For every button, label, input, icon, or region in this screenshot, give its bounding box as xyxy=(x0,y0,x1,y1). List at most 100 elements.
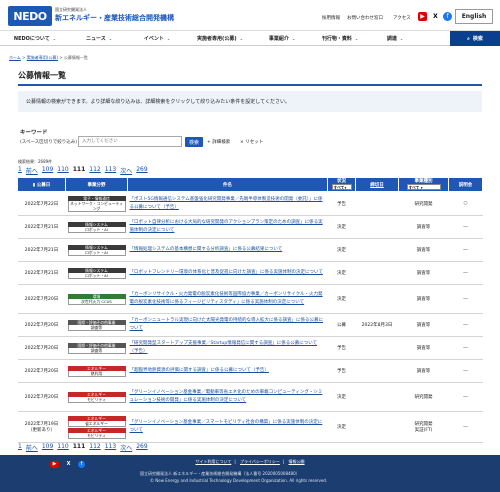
row-title-link[interactable]: 「超臨界地熱資源の評価に関する調査」に係る公募について（予告） xyxy=(130,367,326,375)
footer-link-privacy[interactable]: プライバシーポリシー xyxy=(240,459,280,464)
keyword-input[interactable] xyxy=(78,136,182,147)
pager-page[interactable]: 110 xyxy=(57,443,68,452)
cell-date: 2022年7月20日 xyxy=(17,284,66,314)
row-type-2: 実証(FT) xyxy=(414,428,433,433)
cell-title: 「グリーンイノベーション基金事業／電動車等省エネ化のための車載コンピューティング… xyxy=(127,382,328,412)
pager-last[interactable]: 269 xyxy=(136,443,147,452)
table-row: 2022年7月21日 情報システム ロボット・AI 「ロボットフレンドリー環境の体系化… xyxy=(17,261,483,285)
facebook-icon[interactable]: f xyxy=(78,461,85,468)
row-status: 予告 xyxy=(337,369,346,374)
row-title-link[interactable]: 「ロボット自律分析における大局的な研究開発のアクションプラン策定のための調査」に… xyxy=(130,219,326,235)
org-name: 新エネルギー・産業技術総合開発機構 xyxy=(55,14,174,22)
breadcrumb-home[interactable]: ホーム xyxy=(9,55,21,60)
category-badge: 国際・評価その他事業 調査等 xyxy=(67,342,126,354)
col-title: 件名 xyxy=(127,177,328,192)
category-bottom: 省エネルギー xyxy=(67,420,126,427)
category-badge: 電子・情報通信 ネットワーク・コンピューティング xyxy=(67,195,126,212)
cell-title: 「カーボンリサイクル・火力発電の脱炭素化技術等国際協力事業／カーボンリサイクル・… xyxy=(127,284,328,314)
nav-search-button[interactable]: ⌕ 検索 xyxy=(450,31,500,46)
row-title-link[interactable]: 「グリーンイノベーション基金事業／スマートモビリティ社会の構築」に係る実施体制の… xyxy=(130,419,326,435)
cell-briefing: ― xyxy=(448,382,483,412)
cell-status: 決定 xyxy=(327,382,356,412)
row-title-link[interactable]: 「ロボットフレンドリー環境の体系化と普及促進に向けた調査」に係る実施体制の決定に… xyxy=(130,269,326,277)
x-icon[interactable]: X xyxy=(64,461,73,468)
pager-page[interactable]: 112 xyxy=(89,443,100,452)
category-bottom: 調査等 xyxy=(67,324,126,331)
row-date: 2022年7月21日 xyxy=(24,225,59,230)
pager-current: 111 xyxy=(72,166,86,173)
nav-label: 刊行物・資料 xyxy=(321,35,352,42)
type-filter-select[interactable]: すべて ▾ xyxy=(406,184,441,191)
pager-next[interactable]: 次へ xyxy=(120,166,132,175)
cell-category: 情報システム ロボット・AI xyxy=(65,238,128,262)
pager-page[interactable]: 113 xyxy=(105,443,116,452)
header-link-access[interactable]: アクセス xyxy=(393,15,411,21)
pager-page[interactable]: 112 xyxy=(89,166,100,175)
pager-prev[interactable]: 前へ xyxy=(26,443,38,452)
row-title-link[interactable]: 「情報処理システムの基本構想に関する分析調査」に係る公募結果について xyxy=(130,246,326,254)
pager-prev[interactable]: 前へ xyxy=(26,166,38,175)
nav-item-publications[interactable]: 刊行物・資料 ⌄ xyxy=(310,31,370,45)
youtube-icon[interactable]: ▶ xyxy=(50,461,59,468)
row-status: 決定 xyxy=(337,395,346,400)
search-icon: ⌕ xyxy=(467,35,470,42)
cell-category: 情報システム ロボット・AI xyxy=(65,215,128,239)
cell-title: 「グリーンイノベーション基金事業／スマートモビリティ社会の構築」に係る実施体制の… xyxy=(127,411,328,443)
cell-briefing: ― xyxy=(448,411,483,443)
category-bottom: モビリティ xyxy=(67,396,126,403)
reset-button[interactable]: × リセット xyxy=(240,139,263,145)
cell-title: 「ポスト5G情報通信システム基盤強化研究開発事業／先端半導体製造技術の開発（委託… xyxy=(127,191,328,216)
pager-page[interactable]: 109 xyxy=(42,166,53,175)
facebook-icon[interactable]: f xyxy=(443,12,452,21)
cell-type: 調査等 xyxy=(398,261,449,285)
row-date-note: （更新あり） xyxy=(28,428,55,433)
cell-deadline xyxy=(355,411,399,443)
row-title-link[interactable]: 「ポスト5G情報通信システム基盤強化研究開発事業／先端半導体製造技術の開発（委託… xyxy=(130,196,326,212)
detail-search-toggle[interactable]: + 詳細検索 xyxy=(207,139,230,145)
english-button[interactable]: English xyxy=(455,9,493,24)
row-deadline: 2022年8月3日 xyxy=(361,323,393,328)
nav-item-proposals[interactable]: 実施者専用(公募) ⌄ xyxy=(186,31,254,45)
search-button[interactable]: 検索 xyxy=(185,137,203,147)
row-title-link[interactable]: 「研究開発型スタートアップ支援事業／Startup情報発信に関する調査」に係る公… xyxy=(130,340,326,356)
cell-date: 2022年7月20日 xyxy=(17,313,66,337)
pager-first[interactable]: 1 xyxy=(18,166,22,175)
pager-page[interactable]: 113 xyxy=(105,166,116,175)
category-badge: エネルギー 省エネルギー xyxy=(67,415,126,427)
pager-first[interactable]: 1 xyxy=(18,443,22,452)
footer-link-terms[interactable]: サイト利用について xyxy=(195,459,231,464)
cell-status: 予告 xyxy=(327,336,356,360)
pager-page[interactable]: 109 xyxy=(42,443,53,452)
row-title-link[interactable]: 「カーボンリサイクル・火力発電の脱炭素化技術等国際協力事業／カーボンリサイクル・… xyxy=(130,291,326,307)
category-bottom: 熱利用 xyxy=(67,370,126,377)
pager-next[interactable]: 次へ xyxy=(120,443,132,452)
pager-page[interactable]: 110 xyxy=(57,166,68,175)
header-link-contact[interactable]: お問い合わせ窓口 xyxy=(347,15,383,21)
nav-item-news[interactable]: ニュース ⌄ xyxy=(70,31,128,45)
x-icon[interactable]: X xyxy=(431,12,440,21)
cell-type: 調査等 xyxy=(398,336,449,360)
nav-item-procurement[interactable]: 調達 ⌄ xyxy=(370,31,420,45)
row-status: 決定 xyxy=(337,248,346,253)
cell-title: 「研究開発型スタートアップ支援事業／Startup情報発信に関する調査」に係る公… xyxy=(127,336,328,360)
row-title-link[interactable]: 「カーボンニュートラル実現に向けた太陽光発電の持続的な導入拡大に係る調査」に係る… xyxy=(130,317,326,333)
breadcrumb-proposals[interactable]: 実施者専用(公募) xyxy=(27,55,58,60)
nav-item-projects[interactable]: 事業紹介 ⌄ xyxy=(254,31,310,45)
cell-deadline xyxy=(355,382,399,412)
chevron-down-icon: ⌄ xyxy=(166,35,171,41)
youtube-icon[interactable]: ▶ xyxy=(418,12,427,21)
footer-link-disclosure[interactable]: 情報公開 xyxy=(289,459,305,464)
chevron-down-icon: ⌄ xyxy=(52,35,57,41)
row-title-link[interactable]: 「グリーンイノベーション基金事業／電動車等省エネ化のための車載コンピューティング… xyxy=(130,389,326,405)
footer-links: サイト利用について | プライバシーポリシー | 情報公開 xyxy=(195,459,305,464)
col-date[interactable]: ▮ 公募日 xyxy=(17,177,66,192)
site-footer: サイト利用について | プライバシーポリシー | 情報公開 ▶ X f 国立研究開発… xyxy=(0,455,500,492)
breadcrumb-current: 公募情報一覧 xyxy=(63,55,88,60)
nav-item-about[interactable]: NEDOについて ⌄ xyxy=(0,31,70,45)
header-link-careers[interactable]: 採用情報 xyxy=(322,15,340,21)
nav-item-events[interactable]: イベント ⌄ xyxy=(128,31,186,45)
pager-last[interactable]: 269 xyxy=(136,166,147,175)
col-deadline[interactable]: 締切日 xyxy=(355,177,399,192)
nedo-logo[interactable]: NEDO xyxy=(8,6,52,26)
status-filter-select[interactable]: すべて▾ xyxy=(331,184,352,191)
